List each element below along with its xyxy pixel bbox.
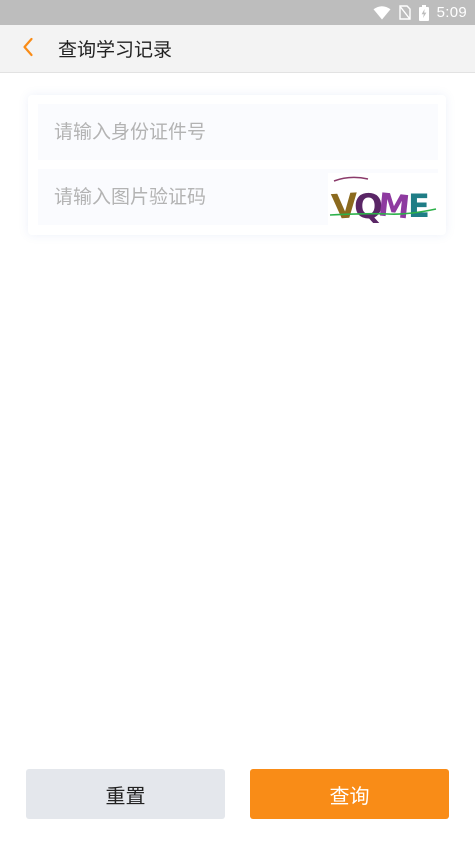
captcha-char-e: E	[408, 187, 430, 225]
captcha-field: V Q M E	[38, 169, 438, 225]
chevron-left-icon	[22, 37, 34, 61]
page-title: 查询学习记录	[58, 39, 173, 61]
id-number-field	[38, 104, 438, 160]
captcha-input[interactable]	[54, 186, 314, 208]
reset-button[interactable]: 重置	[26, 769, 225, 819]
back-button[interactable]	[0, 25, 56, 73]
captcha-char-m: M	[376, 185, 412, 225]
app-header: 查询学习记录	[0, 25, 475, 73]
no-sim-icon	[398, 5, 411, 20]
query-form-card: V Q M E	[28, 95, 446, 235]
battery-charging-icon	[418, 4, 429, 21]
captcha-image[interactable]: V Q M E	[328, 173, 438, 225]
wifi-icon	[373, 5, 391, 20]
status-time: 5:09	[436, 4, 467, 21]
status-bar: 5:09	[0, 0, 475, 25]
query-button[interactable]: 查询	[250, 769, 449, 819]
id-number-input[interactable]	[54, 121, 314, 143]
